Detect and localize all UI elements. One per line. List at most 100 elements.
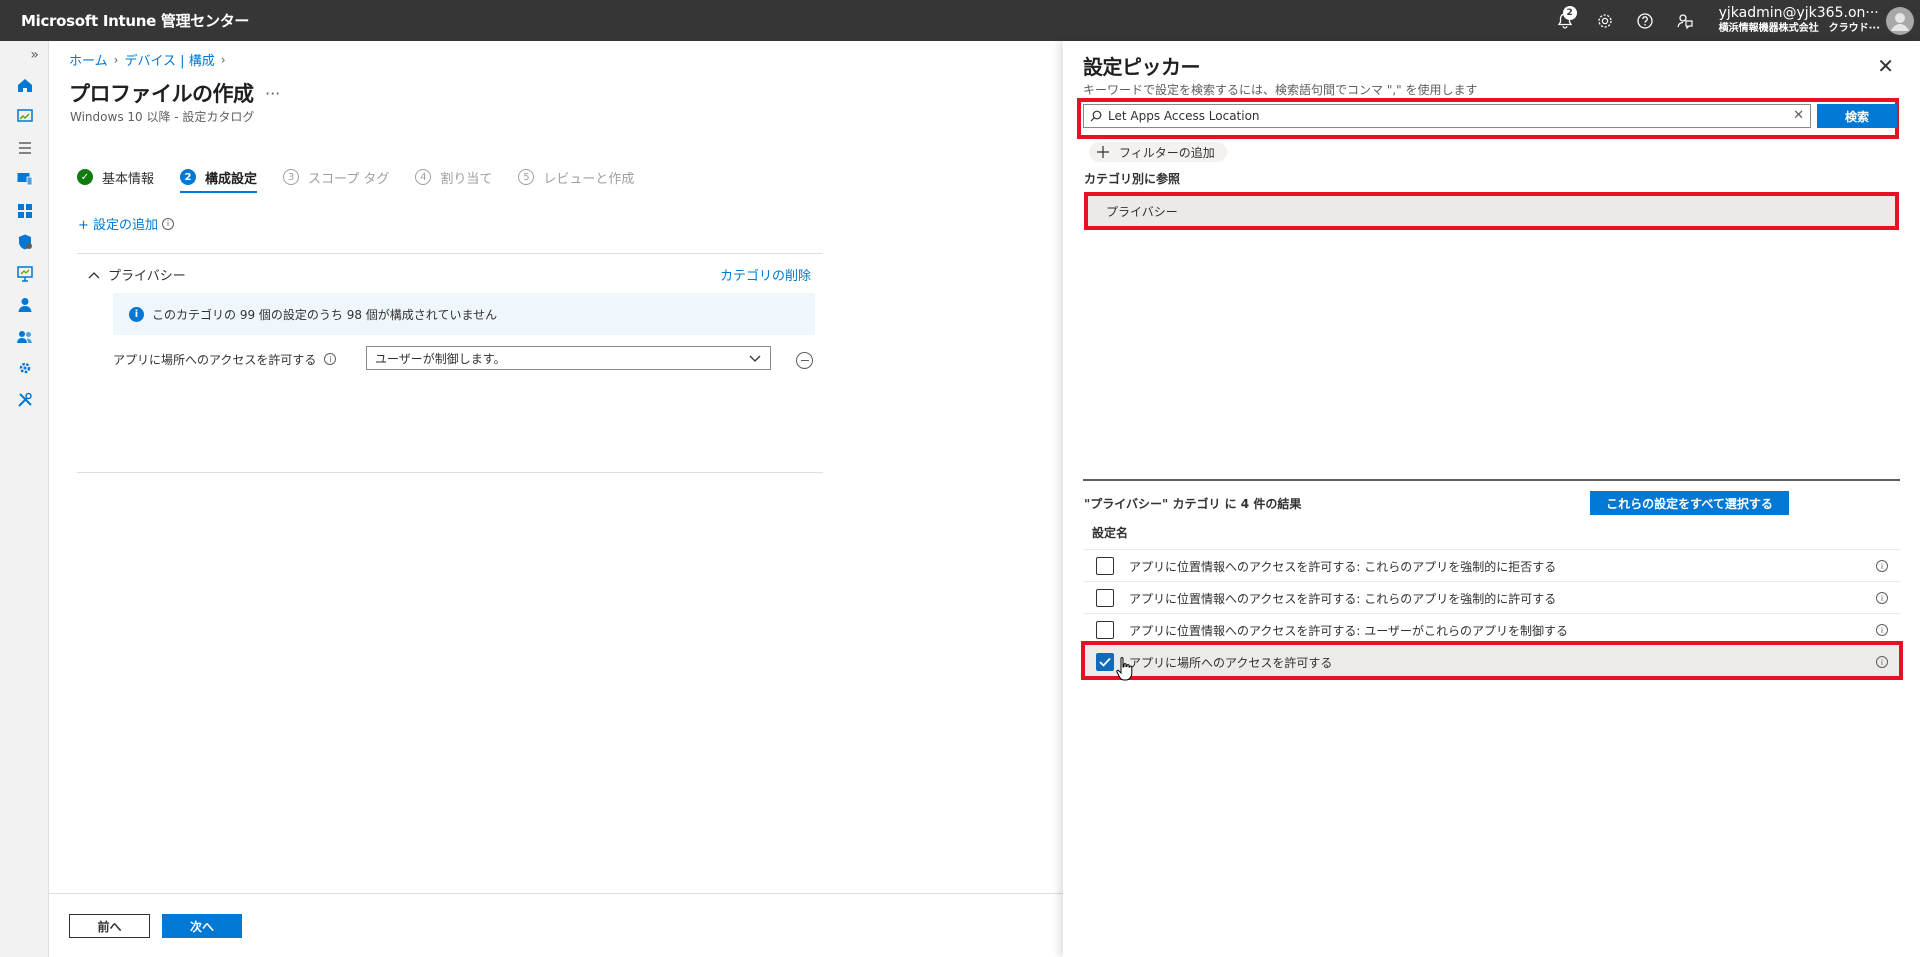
step-configuration-settings[interactable]: 2 構成設定	[180, 161, 258, 193]
user-organization: 横浜情報機器株式会社 クラウド···	[1718, 22, 1880, 34]
expand-menu-button[interactable]: »	[0, 41, 49, 69]
browse-by-category-label: カテゴリ別に参照	[1084, 172, 1181, 186]
previous-button[interactable]: 前へ	[69, 914, 150, 938]
help-icon[interactable]	[1625, 0, 1665, 41]
info-icon[interactable]: i	[1876, 560, 1888, 572]
step-scope-tags[interactable]: 3 スコープ タグ	[283, 161, 389, 193]
result-row[interactable]: アプリに位置情報へのアクセスを許可する: ユーザーがこれらのアプリを制御する i	[1084, 613, 1900, 645]
panel-title: 設定ピッカー	[1083, 55, 1201, 79]
info-message: このカテゴリの 99 個の設定のうち 98 個が構成されていません	[152, 307, 498, 322]
setting-label: アプリに場所へのアクセスを許可する i	[113, 351, 353, 368]
remove-setting-button[interactable]	[796, 352, 813, 369]
results-list: アプリに位置情報へのアクセスを許可する: これらのアプリを強制的に拒否する i …	[1084, 549, 1900, 677]
add-filter-button[interactable]: フィルターの追加	[1089, 142, 1227, 162]
search-input-value: Let Apps Access Location	[1108, 109, 1260, 123]
hand-pointer-icon	[1116, 657, 1133, 681]
devices-icon[interactable]	[0, 164, 49, 196]
breadcrumb-separator: ›	[113, 52, 119, 67]
search-input[interactable]: Let Apps Access Location ✕	[1083, 104, 1811, 128]
step-label: レビューと作成	[543, 171, 635, 187]
step-label: スコープ タグ	[308, 171, 390, 187]
step-number: 2	[180, 169, 197, 185]
dashboard-icon[interactable]	[0, 101, 49, 133]
search-button[interactable]: 検索	[1817, 104, 1897, 128]
add-filter-label: フィルターの追加	[1119, 145, 1215, 160]
info-icon[interactable]: i	[162, 217, 175, 230]
page-title: プロファイルの作成	[69, 82, 254, 106]
all-services-icon[interactable]	[0, 132, 49, 164]
apps-icon[interactable]	[0, 195, 49, 227]
result-row[interactable]: アプリに場所へのアクセスを許可する i	[1084, 645, 1900, 677]
plus-icon	[1097, 146, 1109, 158]
step-label: 割り当て	[440, 171, 493, 187]
troubleshooting-icon[interactable]	[0, 384, 49, 416]
home-icon[interactable]	[0, 69, 49, 101]
step-label: 構成設定	[205, 171, 258, 187]
avatar-icon	[1886, 6, 1914, 35]
result-label: アプリに位置情報へのアクセスを許可する: これらのアプリを強制的に拒否する	[1129, 560, 1557, 574]
avatar[interactable]	[1886, 0, 1920, 41]
category-item-label: プライバシー	[1106, 204, 1178, 219]
top-bar-actions: 2 yjkadmin@yjk365.on··· 横浜情報機器株式会社 クラウド·…	[1545, 0, 1920, 41]
setting-checkbox-checked[interactable]	[1096, 653, 1114, 671]
check-icon: ✓	[77, 169, 93, 185]
users-icon[interactable]	[0, 290, 49, 322]
info-icon: i	[129, 306, 144, 322]
category-section: プライバシー カテゴリの削除 i このカテゴリの 99 個の設定のうち 98 個…	[77, 253, 823, 473]
tenant-administration-icon[interactable]	[0, 353, 49, 385]
more-options-button[interactable]: ···	[265, 84, 280, 103]
page-subtitle: Windows 10 以降 - 設定カタログ	[70, 110, 255, 124]
result-label: アプリに位置情報へのアクセスを許可する: これらのアプリを強制的に許可する	[1129, 592, 1557, 606]
breadcrumb: ホーム › デバイス | 構成 ›	[69, 50, 226, 70]
breadcrumb-home-link[interactable]: ホーム	[69, 50, 108, 69]
groups-icon[interactable]	[0, 321, 49, 353]
checkmark-icon	[1099, 657, 1111, 667]
info-icon[interactable]: i	[1876, 592, 1888, 604]
step-review-create[interactable]: 5 レビューと作成	[518, 161, 634, 193]
add-settings-link[interactable]: + 設定の追加 i	[78, 214, 175, 233]
notification-count-badge: 2	[1562, 6, 1577, 20]
notifications-icon[interactable]: 2	[1545, 0, 1585, 41]
step-number: 3	[283, 169, 300, 185]
category-name: プライバシー	[108, 269, 186, 284]
info-icon[interactable]: i	[324, 353, 337, 365]
chevron-down-icon	[749, 355, 761, 362]
info-message-bar: i このカテゴリの 99 個の設定のうち 98 個が構成されていません	[113, 293, 815, 335]
feedback-icon[interactable]	[1665, 0, 1705, 41]
setting-checkbox[interactable]	[1096, 557, 1114, 575]
add-settings-label: + 設定の追加	[78, 218, 159, 233]
category-item-privacy[interactable]: プライバシー	[1084, 192, 1899, 230]
account-info[interactable]: yjkadmin@yjk365.on··· 横浜情報機器株式会社 クラウド···	[1705, 4, 1886, 36]
setting-checkbox[interactable]	[1096, 589, 1114, 607]
step-basics[interactable]: ✓ 基本情報	[77, 161, 154, 193]
next-button[interactable]: 次へ	[162, 914, 242, 938]
category-toggle[interactable]: プライバシー	[88, 265, 186, 284]
result-row[interactable]: アプリに位置情報へのアクセスを許可する: これらのアプリを強制的に許可する i	[1084, 581, 1900, 613]
step-assignments[interactable]: 4 割り当て	[415, 161, 492, 193]
reports-icon[interactable]	[0, 258, 49, 290]
left-navigation-rail: »	[0, 41, 49, 957]
result-label: アプリに位置情報へのアクセスを許可する: ユーザーがこれらのアプリを制御する	[1129, 624, 1569, 638]
splitter[interactable]	[1083, 479, 1900, 481]
select-all-settings-button[interactable]: これらの設定をすべて選択する	[1590, 491, 1789, 515]
setting-value-dropdown[interactable]: ユーザーが制御します。	[366, 346, 771, 370]
wizard-steps: ✓ 基本情報 2 構成設定 3 スコープ タグ 4 割り当て 5 レビューと作成	[77, 161, 660, 193]
info-icon[interactable]: i	[1876, 656, 1888, 668]
close-icon[interactable]: ✕	[1877, 54, 1894, 78]
results-count: "プライバシー" カテゴリ に 4 件の結果	[1084, 497, 1302, 511]
app-title[interactable]: Microsoft Intune 管理センター	[0, 10, 249, 31]
breadcrumb-devices-link[interactable]: デバイス | 構成	[124, 50, 214, 69]
search-hint: キーワードで設定を検索するには、検索語句間でコンマ "," を使用します	[1083, 83, 1478, 97]
setting-row: アプリに場所へのアクセスを許可する i ユーザーが制御します。	[113, 345, 823, 373]
search-icon	[1090, 110, 1102, 122]
breadcrumb-separator: ›	[220, 52, 226, 67]
main-content: ホーム › デバイス | 構成 › プロファイルの作成 ··· Windows …	[49, 41, 1063, 957]
remove-category-link[interactable]: カテゴリの削除	[720, 265, 811, 284]
user-name: yjkadmin@yjk365.on···	[1718, 4, 1879, 21]
clear-search-icon[interactable]: ✕	[1793, 108, 1804, 123]
settings-gear-icon[interactable]	[1585, 0, 1625, 41]
info-icon[interactable]: i	[1876, 624, 1888, 636]
setting-checkbox[interactable]	[1096, 621, 1114, 639]
endpoint-security-icon[interactable]	[0, 227, 49, 259]
result-row[interactable]: アプリに位置情報へのアクセスを許可する: これらのアプリを強制的に拒否する i	[1084, 549, 1900, 581]
